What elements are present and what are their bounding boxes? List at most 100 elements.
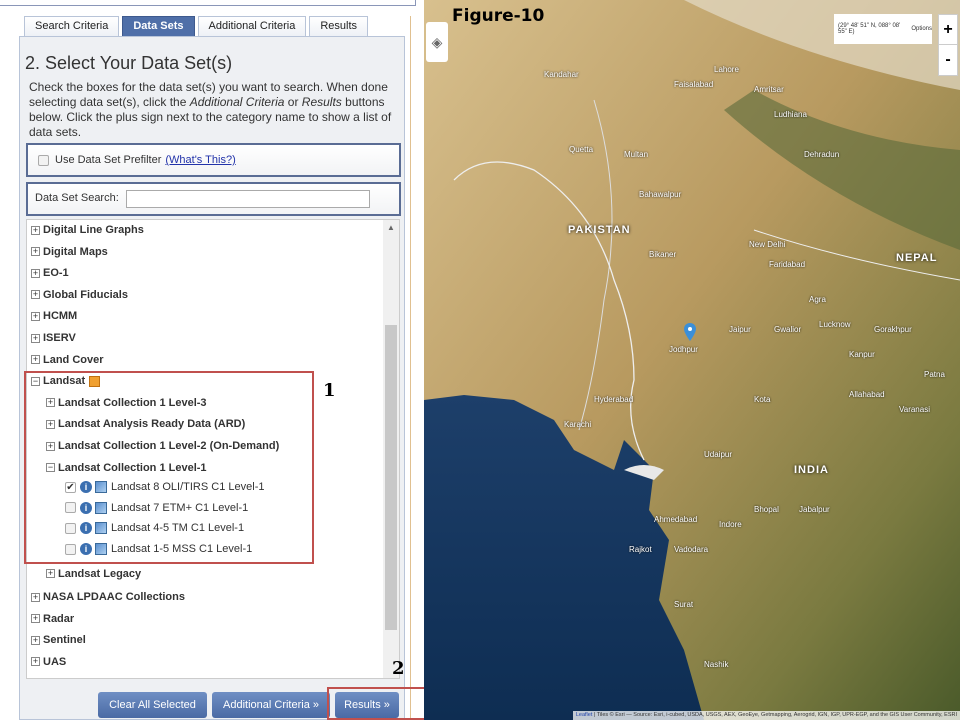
city-label: Multan: [624, 150, 649, 159]
country-label: NEPAL: [896, 252, 938, 264]
city-label: Bikaner: [649, 250, 677, 259]
prefilter-label: Use Data Set Prefilter: [55, 154, 162, 166]
city-label: Surat: [674, 600, 694, 609]
expand-icon[interactable]: +: [31, 333, 40, 343]
city-label: Faisalabad: [674, 80, 714, 89]
location-pin-icon[interactable]: [684, 323, 696, 341]
expand-icon[interactable]: +: [31, 268, 40, 278]
tab-bar: Search Criteria Data Sets Additional Cri…: [24, 16, 369, 36]
city-label: Jaipur: [729, 325, 751, 334]
tab-results[interactable]: Results: [309, 16, 369, 36]
prefilter-checkbox[interactable]: [38, 154, 49, 166]
data-sets-panel: Search Criteria Data Sets Additional Cri…: [0, 0, 433, 720]
instructions: Check the boxes for the data set(s) you …: [29, 80, 399, 140]
tree-category[interactable]: + EO-1: [31, 267, 69, 279]
instr-em: Results: [301, 95, 342, 109]
whats-this-link[interactable]: (What's This?): [165, 154, 235, 166]
tab-data-sets[interactable]: Data Sets: [122, 16, 195, 36]
tree-item-label: NASA LPDAAC Collections: [43, 591, 185, 604]
city-label: Udaipur: [704, 450, 733, 459]
tree-category[interactable]: + HCMM: [31, 310, 77, 322]
city-label: New Delhi: [749, 240, 786, 249]
city-label: Dehradun: [804, 150, 840, 159]
page-title: 2. Select Your Data Set(s): [25, 53, 233, 73]
expand-icon[interactable]: +: [31, 247, 40, 257]
tree-category[interactable]: + ISERV: [31, 332, 76, 344]
coords-text: (29° 48' 51" N, 088° 08' 55" E): [838, 23, 901, 35]
city-label: Kota: [754, 395, 771, 404]
city-label: Bahawalpur: [639, 190, 682, 199]
city-label: Ludhiana: [774, 110, 807, 119]
tree-category[interactable]: + Global Fiducials: [31, 289, 128, 301]
clear-all-selected-button[interactable]: Clear All Selected: [98, 692, 207, 718]
city-label: Amritsar: [754, 85, 784, 94]
tree-category[interactable]: + Sentinel: [31, 634, 86, 646]
expand-icon[interactable]: +: [31, 355, 40, 365]
scroll-up-icon[interactable]: ▲: [387, 223, 395, 232]
tree-category[interactable]: + NASA LPDAAC Collections: [31, 591, 185, 603]
city-label: Jabalpur: [799, 505, 830, 514]
city-label: Patna: [924, 370, 945, 379]
city-label: Hyderabad: [594, 395, 634, 404]
coordinates-readout: (29° 48' 51" N, 088° 08' 55" E) Options: [834, 14, 932, 44]
city-label: Kanpur: [849, 350, 875, 359]
attribution-text: | Tiles © Esri — Source: Esri, i-cubed, …: [592, 712, 957, 718]
city-label: Lahore: [714, 65, 739, 74]
expand-icon[interactable]: +: [31, 657, 40, 667]
tree-item-label: EO-1: [43, 267, 69, 280]
tree-category[interactable]: + Digital Line Graphs: [31, 224, 144, 236]
layers-icon[interactable]: ◈: [426, 22, 448, 62]
data-set-search-input[interactable]: [126, 190, 370, 208]
expand-icon[interactable]: +: [31, 290, 40, 300]
map-view[interactable]: Figure-10 ◈ (29° 48' 51" N, 088° 08' 55"…: [424, 0, 960, 720]
map-attribution: Leaflet | Tiles © Esri — Source: Esri, i…: [572, 711, 960, 720]
city-label: Ahmedabad: [654, 515, 698, 524]
city-label: Bhopal: [754, 505, 779, 514]
tree-category[interactable]: + Radar: [31, 613, 74, 625]
tree-category[interactable]: + Land Cover: [31, 354, 104, 366]
city-label: Indore: [719, 520, 742, 529]
tab-additional-criteria[interactable]: Additional Criteria: [197, 16, 307, 36]
expand-icon[interactable]: +: [31, 635, 40, 645]
city-label: Lucknow: [819, 320, 851, 329]
city-label: Jodhpur: [669, 345, 698, 354]
tree-item-label: Radar: [43, 612, 75, 625]
additional-criteria-button[interactable]: Additional Criteria »: [212, 692, 330, 718]
city-label: Rajkot: [629, 545, 652, 554]
tree-item-label: Digital Line Graphs: [43, 224, 144, 236]
city-label: Agra: [809, 295, 826, 304]
scroll-thumb[interactable]: [385, 325, 397, 630]
expand-icon[interactable]: +: [31, 225, 40, 235]
zoom-in-button[interactable]: +: [939, 15, 957, 45]
tree-item-label: ISERV: [43, 332, 76, 344]
tree-item-label: HCMM: [43, 310, 78, 323]
tree-subcategory[interactable]: + Landsat Legacy: [46, 568, 141, 580]
tab-search-criteria[interactable]: Search Criteria: [24, 16, 120, 36]
annotation-2: 2: [392, 658, 405, 679]
search-label: Data Set Search:: [35, 192, 119, 204]
city-label: Allahabad: [849, 390, 885, 399]
tree-category[interactable]: + Digital Maps: [31, 246, 108, 258]
expand-icon[interactable]: +: [31, 592, 40, 602]
leaflet-link[interactable]: Leaflet: [576, 712, 593, 718]
expand-icon[interactable]: +: [46, 569, 55, 579]
panel-divider: [410, 16, 416, 720]
tree-item-label: Global Fiducials: [43, 288, 128, 301]
instr-em: Additional Criteria: [189, 95, 285, 109]
tree-item-label: Landsat Legacy: [58, 567, 142, 580]
search-box: Data Set Search:: [26, 182, 401, 216]
city-label: Gorakhpur: [874, 325, 912, 334]
zoom-out-button[interactable]: -: [939, 45, 957, 75]
tree-category[interactable]: + UAS: [31, 656, 66, 668]
options-link[interactable]: Options: [911, 26, 932, 32]
city-label: Varanasi: [899, 405, 930, 414]
header-border: [0, 0, 416, 6]
city-label: Faridabad: [769, 260, 806, 269]
annotation-1: 1: [323, 380, 336, 401]
tree-item-label: Digital Maps: [43, 245, 108, 258]
scrollbar[interactable]: ▲: [383, 220, 399, 678]
tree-item-label: Sentinel: [43, 634, 86, 647]
expand-icon[interactable]: +: [31, 614, 40, 624]
prefilter-box: Use Data Set Prefilter (What's This?): [26, 143, 401, 177]
expand-icon[interactable]: +: [31, 311, 40, 321]
